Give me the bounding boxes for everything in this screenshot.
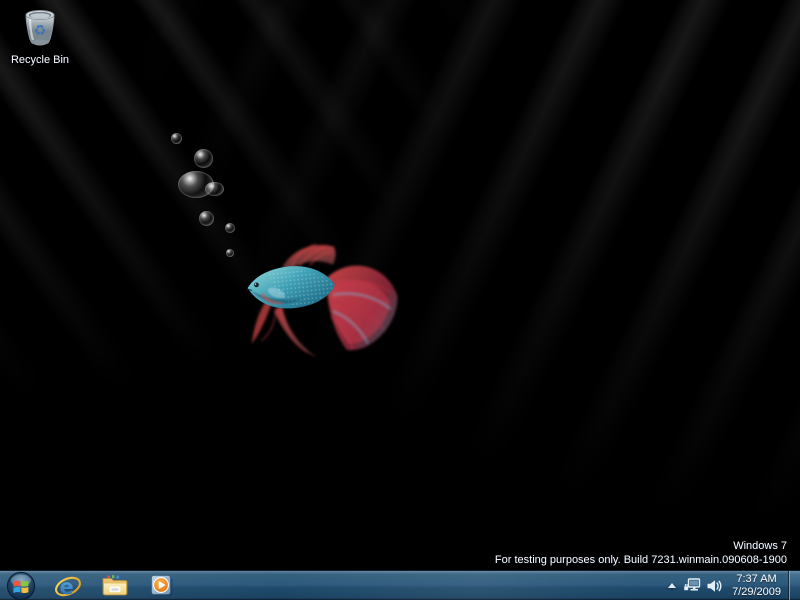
recycle-bin[interactable]: ♻ Recycle Bin	[10, 8, 70, 66]
tray-time: 7:37 AM	[732, 573, 781, 586]
bubble	[225, 223, 235, 233]
tray-date: 7/29/2009	[732, 586, 781, 599]
speaker-icon	[706, 579, 722, 593]
bubble	[199, 211, 214, 226]
taskbar-item-internet-explorer[interactable]: e	[44, 571, 91, 600]
show-desktop-button[interactable]	[788, 571, 800, 600]
media-player-icon	[149, 573, 175, 599]
betta-fish	[243, 236, 409, 368]
recycle-bin-icon: ♻	[18, 8, 62, 48]
show-hidden-icons-button[interactable]	[663, 571, 681, 600]
bubble	[194, 149, 213, 168]
windows-logo-icon	[6, 571, 36, 600]
notification-area: 7:37 AM 7/29/2009	[663, 571, 800, 600]
chevron-up-icon	[668, 583, 676, 588]
bubble	[171, 133, 182, 144]
build-watermark: Windows 7 For testing purposes only. Bui…	[495, 539, 787, 567]
start-button[interactable]	[6, 571, 36, 600]
taskbar-item-windows-media-player[interactable]	[138, 571, 185, 600]
bubble	[226, 249, 234, 257]
folder-icon	[101, 574, 129, 597]
windows-7-desktop: ♻ Recycle Bin Windows 7 For testing purp…	[0, 0, 800, 600]
volume-tray-button[interactable]	[703, 571, 725, 600]
recycle-bin-label: Recycle Bin	[10, 54, 70, 66]
network-tray-button[interactable]	[681, 571, 703, 600]
tray-clock[interactable]: 7:37 AM 7/29/2009	[725, 573, 786, 599]
internet-explorer-icon: e	[54, 573, 82, 599]
taskbar-item-windows-explorer[interactable]	[91, 571, 138, 600]
network-icon	[683, 578, 701, 593]
watermark-line2: For testing purposes only. Build 7231.wi…	[495, 553, 787, 567]
svg-text:♻: ♻	[34, 23, 47, 39]
bubble	[205, 182, 224, 196]
taskbar: e	[0, 570, 800, 600]
watermark-line1: Windows 7	[495, 539, 787, 553]
